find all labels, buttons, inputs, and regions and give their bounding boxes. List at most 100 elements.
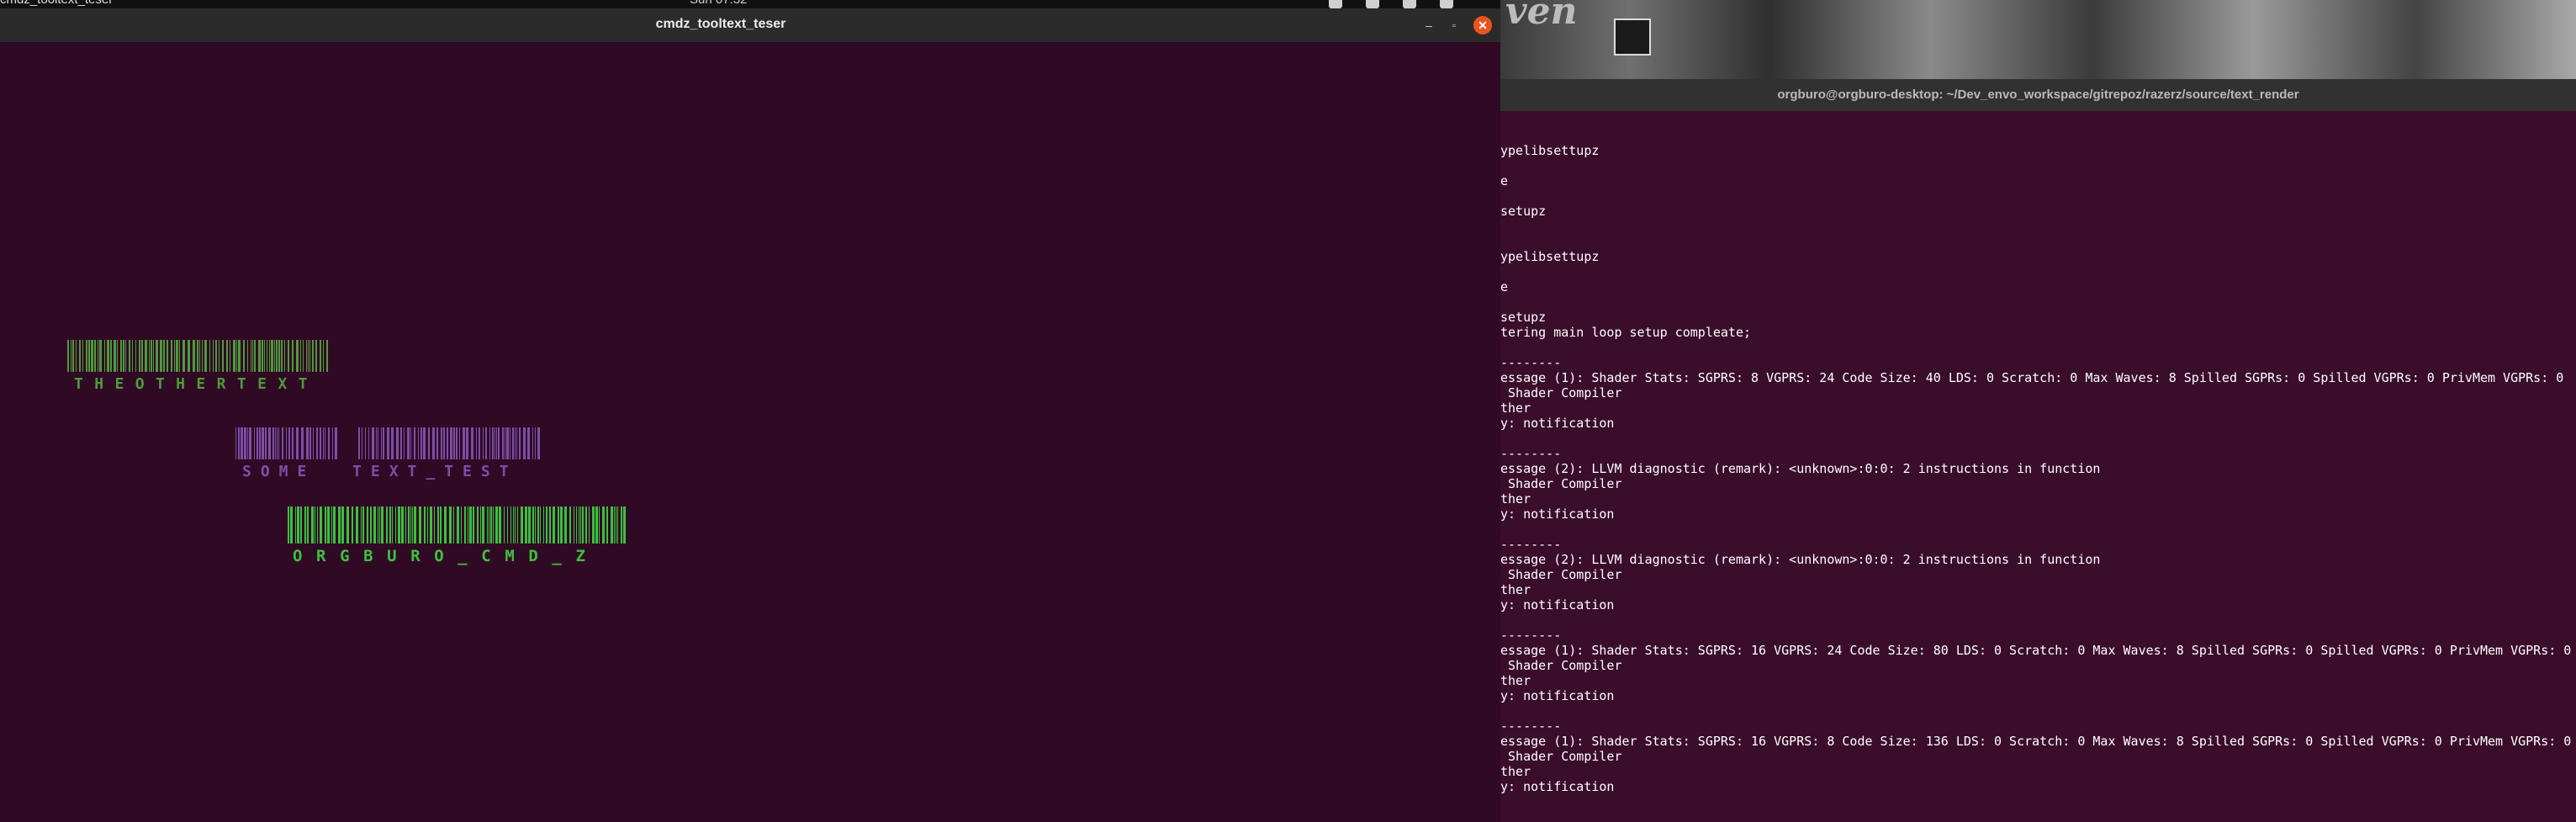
barcode-bar bbox=[123, 340, 124, 372]
barcode-bar bbox=[268, 427, 271, 459]
barcode-bar bbox=[453, 506, 454, 544]
barcode-bar bbox=[516, 427, 517, 459]
barcode-bar bbox=[226, 340, 228, 372]
barcode-bars bbox=[67, 340, 330, 372]
barcode-bar bbox=[543, 506, 544, 544]
barcode-bar bbox=[295, 506, 296, 544]
render-window: cmdz_tooltext_teser – ▫ ✕ THEOTHERTEXT S… bbox=[0, 8, 1500, 822]
barcode-bar bbox=[479, 427, 480, 459]
barcode-bar bbox=[576, 506, 577, 544]
barcode-bar bbox=[370, 506, 372, 544]
barcode-bar bbox=[262, 340, 263, 372]
barcode-bar bbox=[387, 427, 389, 459]
network-icon[interactable] bbox=[1329, 0, 1342, 8]
active-app-name[interactable]: cmdz_tooltext_teser bbox=[0, 0, 113, 7]
barcode-bar bbox=[523, 427, 526, 459]
wallpaper-art: ven bbox=[1505, 0, 1578, 33]
barcode-bar bbox=[414, 427, 415, 459]
barcode-bar bbox=[352, 506, 353, 544]
barcode-bar bbox=[244, 427, 246, 459]
barcode-bar bbox=[499, 506, 501, 544]
terminal-line: e bbox=[1500, 173, 1509, 188]
maximize-button[interactable]: ▫ bbox=[1445, 16, 1463, 34]
barcode-bar bbox=[243, 340, 245, 372]
barcode-bar bbox=[135, 340, 136, 372]
barcode-bar bbox=[338, 506, 341, 544]
render-canvas[interactable]: THEOTHERTEXT SOME TEXT_TEST ORGBURO_CMD_… bbox=[0, 42, 1500, 822]
terminal-line: y: notification bbox=[1500, 416, 1615, 431]
barcode-bar bbox=[296, 340, 299, 372]
barcode-bar bbox=[202, 340, 203, 372]
barcode-bar bbox=[510, 506, 511, 544]
barcode-bar bbox=[331, 506, 332, 544]
barcode-bar bbox=[325, 506, 326, 544]
barcode-bar bbox=[309, 340, 310, 372]
barcode-bar bbox=[592, 506, 595, 544]
barcode-bar bbox=[308, 340, 309, 372]
desktop-wallpaper: ven bbox=[1500, 0, 2576, 79]
barcode-bar bbox=[286, 427, 287, 459]
barcode-bar bbox=[606, 506, 608, 544]
barcode-bar bbox=[623, 506, 626, 544]
terminal-titlebar[interactable]: orgburo@orgburo-desktop: ~/Dev_envo_work… bbox=[1500, 79, 2576, 111]
barcode-bar bbox=[368, 427, 369, 459]
barcode-bar bbox=[213, 340, 214, 372]
barcode-bar bbox=[456, 427, 458, 459]
barcode-bar bbox=[312, 340, 314, 372]
barcode-bar bbox=[125, 340, 126, 372]
barcode-bar bbox=[453, 427, 455, 459]
barcode-bar bbox=[290, 506, 293, 544]
barcode-bar bbox=[391, 427, 394, 459]
barcode-bar bbox=[179, 340, 180, 372]
barcode-bar bbox=[120, 340, 122, 372]
barcode-bar bbox=[117, 340, 118, 372]
barcode-bar bbox=[582, 506, 584, 544]
barcode-bar bbox=[419, 506, 421, 544]
barcode-bar bbox=[204, 340, 207, 372]
barcode-bar bbox=[335, 427, 337, 459]
barcode-bar bbox=[197, 340, 198, 372]
terminal-line: y: notification bbox=[1500, 506, 1615, 522]
barcode-bar bbox=[410, 427, 411, 459]
window-titlebar[interactable]: cmdz_tooltext_teser – ▫ ✕ bbox=[0, 8, 1500, 42]
barcode-bar bbox=[252, 340, 253, 372]
barcode-bar bbox=[346, 506, 349, 544]
barcode-bar bbox=[323, 340, 324, 372]
window-title: cmdz_tooltext_teser bbox=[655, 17, 786, 31]
barcode-bar bbox=[459, 427, 460, 459]
minimize-button[interactable]: – bbox=[1420, 16, 1438, 34]
barcode-bar bbox=[282, 427, 283, 459]
updates-icon[interactable] bbox=[1366, 0, 1379, 8]
barcode-bar bbox=[424, 506, 426, 544]
terminal-line: essage (2): LLVM diagnostic (remark): <u… bbox=[1500, 552, 2101, 567]
barcode-bar bbox=[392, 506, 393, 544]
close-button[interactable]: ✕ bbox=[1473, 16, 1492, 34]
barcode-bars bbox=[235, 427, 541, 459]
terminal-line: e bbox=[1500, 279, 1509, 294]
power-icon[interactable] bbox=[1440, 0, 1453, 8]
barcode-bar bbox=[327, 506, 330, 544]
barcode-bar bbox=[444, 506, 447, 544]
terminal-line: ypelibsettupz bbox=[1500, 143, 1600, 158]
barcode-bar bbox=[265, 427, 267, 459]
barcode-bar bbox=[376, 427, 377, 459]
barcode-bar bbox=[443, 427, 445, 459]
barcode-bar bbox=[247, 340, 248, 372]
terminal-line: ther bbox=[1500, 582, 1531, 597]
barcode-bar bbox=[278, 427, 279, 459]
volume-icon[interactable] bbox=[1403, 0, 1416, 8]
clock[interactable]: Sun 07:32 bbox=[690, 0, 747, 7]
barcode-bar bbox=[182, 340, 185, 372]
barcode-bar bbox=[469, 506, 472, 544]
barcode-bars bbox=[288, 506, 628, 544]
barcode-bar bbox=[611, 506, 613, 544]
barcode-bar bbox=[398, 506, 400, 544]
barcode-bar bbox=[461, 506, 462, 544]
barcode-bar bbox=[540, 506, 541, 544]
barcode-bar bbox=[188, 340, 190, 372]
terminal-output[interactable]: ypelibsettupz e setupz ypelibsettupz e setupz… bbox=[1500, 111, 2576, 822]
barcode-bar bbox=[67, 340, 69, 372]
barcode-bar bbox=[450, 427, 452, 459]
barcode-bar bbox=[414, 506, 416, 544]
